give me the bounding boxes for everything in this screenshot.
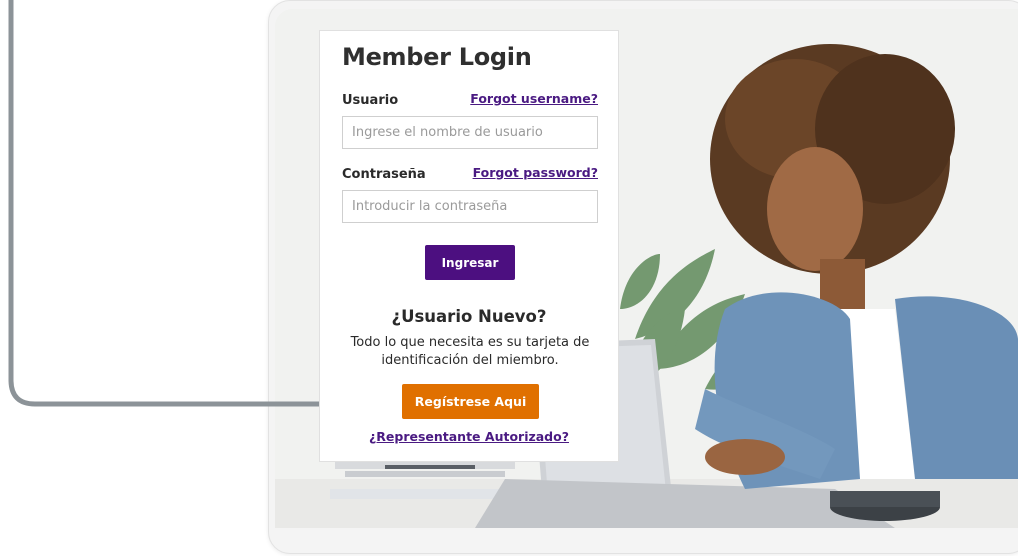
new-user-heading: ¿Usuario Nuevo? [391,307,547,326]
username-label: Usuario [342,93,399,108]
username-input[interactable] [342,116,598,149]
login-card: Member Login Usuario Forgot username? Co… [319,30,619,462]
login-title: Member Login [342,43,532,71]
forgot-username-link[interactable]: Forgot username? [470,91,598,106]
forgot-password-link[interactable]: Forgot password? [473,165,598,180]
new-user-description: Todo lo que necesita es su tarjeta de id… [350,335,590,368]
register-button[interactable]: Regístrese Aqui [402,384,539,419]
login-submit-button[interactable]: Ingresar [425,245,515,280]
password-label: Contraseña [342,167,426,182]
password-input[interactable] [342,190,598,223]
authorized-representative-link[interactable]: ¿Representante Autorizado? [320,429,618,444]
